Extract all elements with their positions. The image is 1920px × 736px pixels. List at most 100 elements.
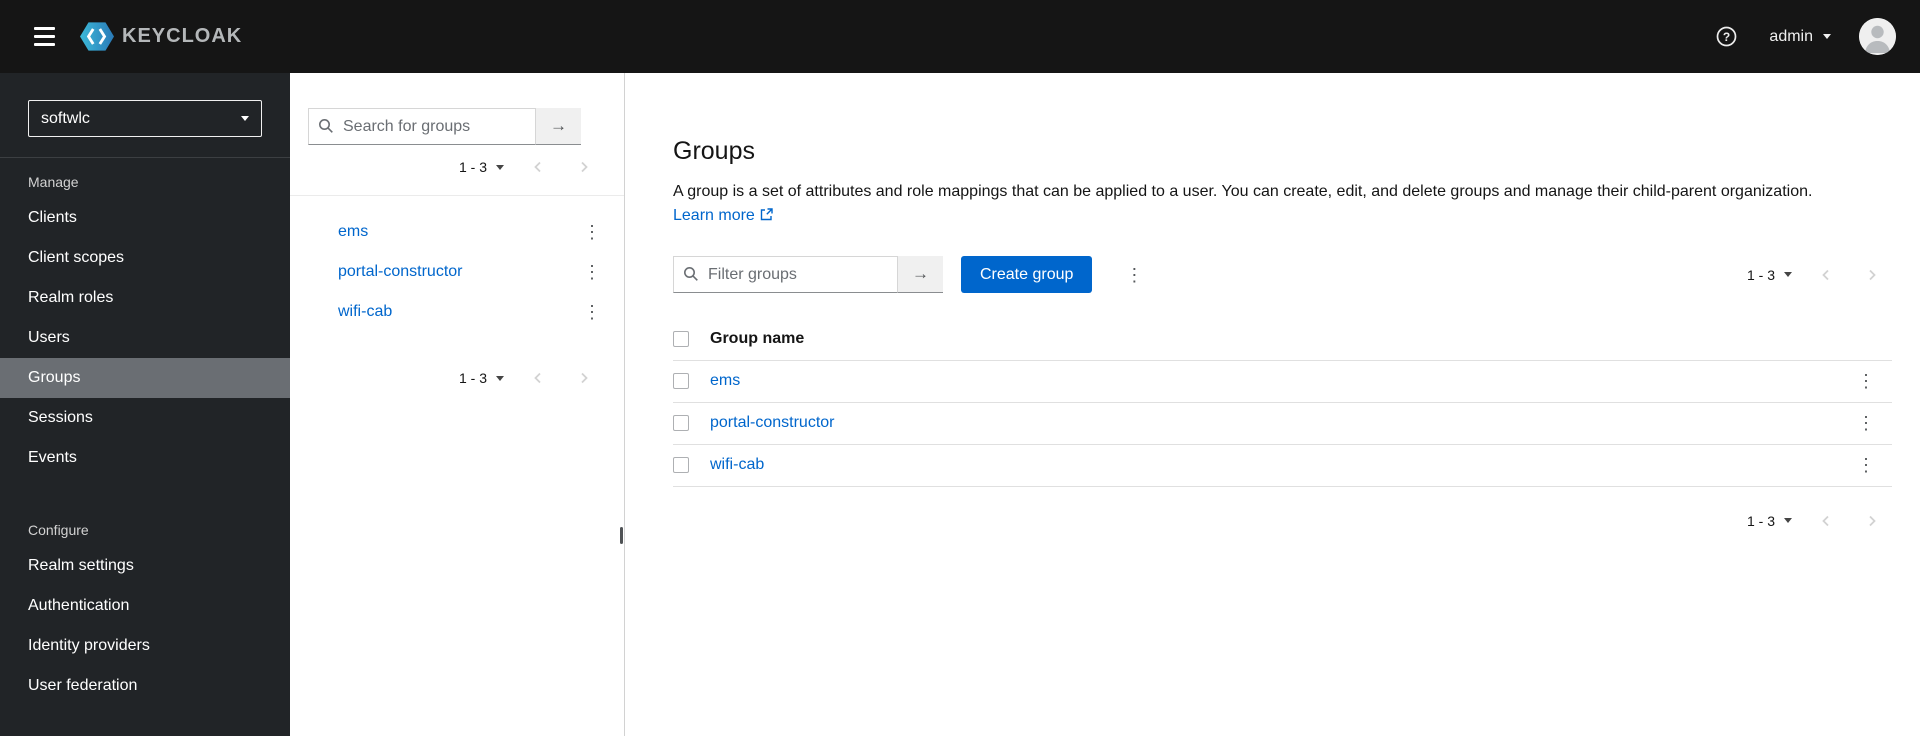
sidebar-item-users[interactable]: Users [0, 318, 290, 358]
filter-groups-input[interactable] [673, 256, 898, 293]
pagination-range-label: 1 - 3 [458, 159, 487, 175]
tree-pagination-bottom: 1 - 3 [290, 360, 624, 396]
sidebar-item-user-federation[interactable]: User federation [0, 666, 290, 706]
pagination-menu-toggle[interactable]: 1 - 3 [1739, 505, 1800, 537]
kebab-icon: ⋮ [583, 302, 601, 322]
kebab-icon: ⋮ [1857, 413, 1875, 433]
sidebar-item-realm-settings[interactable]: Realm settings [0, 546, 290, 586]
keycloak-logo: KEYCLOAK [80, 22, 242, 51]
tree-group-item: portal-constructor ⋮ [290, 252, 624, 292]
pagination-next-button[interactable] [564, 149, 604, 185]
row-checkbox[interactable] [673, 372, 689, 389]
select-all-checkbox[interactable] [673, 330, 689, 347]
search-submit-button[interactable]: → [536, 108, 581, 145]
filter-submit-button[interactable]: → [898, 256, 943, 293]
groups-table: Group name ems ⋮ portal-constructor ⋮ wi… [673, 318, 1892, 487]
tree-group-item: ems ⋮ [290, 212, 624, 252]
pagination-prev-button[interactable] [518, 360, 558, 396]
user-menu-button[interactable]: admin [1769, 28, 1831, 46]
pagination-range-label: 1 - 3 [1746, 266, 1775, 283]
group-kebab-button[interactable]: ⋮ [578, 258, 606, 286]
toolbar-kebab-button[interactable]: ⋮ [1120, 261, 1148, 289]
pagination-menu-toggle[interactable]: 1 - 3 [451, 151, 512, 183]
pagination-prev-button[interactable] [518, 149, 558, 185]
group-kebab-button[interactable]: ⋮ [578, 218, 606, 246]
help-button[interactable]: ? [1716, 26, 1737, 47]
sidebar-item-realm-roles[interactable]: Realm roles [0, 278, 290, 318]
tree-search-group: → [308, 108, 604, 145]
realm-selector[interactable]: softwlc [28, 100, 262, 137]
chevron-down-icon [241, 116, 249, 121]
kebab-icon: ⋮ [583, 222, 601, 242]
table-row: portal-constructor ⋮ [673, 402, 1892, 445]
chevron-right-icon [581, 372, 588, 384]
nav-section-title-configure: Configure [28, 522, 89, 538]
group-link-ems[interactable]: ems [338, 223, 368, 241]
row-kebab-button[interactable]: ⋮ [1852, 409, 1880, 437]
row-checkbox[interactable] [673, 414, 689, 431]
group-link-wifi-cab[interactable]: wifi-cab [338, 303, 392, 321]
sidebar-item-authentication[interactable]: Authentication [0, 586, 290, 626]
user-menu-label: admin [1769, 27, 1813, 45]
pagination-menu-toggle[interactable]: 1 - 3 [1739, 259, 1800, 291]
chevron-down-icon [496, 375, 504, 381]
pagination-prev-button[interactable] [1806, 257, 1846, 293]
pagination-prev-button[interactable] [1806, 503, 1846, 539]
hamburger-icon [33, 27, 55, 46]
sidebar-item-groups[interactable]: Groups [0, 358, 290, 398]
pagination-next-button[interactable] [564, 360, 604, 396]
arrow-right-icon: → [912, 264, 929, 283]
group-link-wifi-cab[interactable]: wifi-cab [710, 456, 764, 473]
group-kebab-button[interactable]: ⋮ [578, 298, 606, 326]
pagination-next-button[interactable] [1852, 503, 1892, 539]
group-link-ems[interactable]: ems [710, 372, 740, 389]
sidebar-item-identity-providers[interactable]: Identity providers [0, 626, 290, 666]
pagination-next-button[interactable] [1852, 257, 1892, 293]
column-header-group-name: Group name [710, 318, 1852, 361]
chevron-down-icon [1784, 272, 1792, 277]
pagination-menu-toggle[interactable]: 1 - 3 [451, 362, 512, 394]
sidebar-item-client-scopes[interactable]: Client scopes [0, 238, 290, 278]
learn-more-link[interactable]: Learn more [673, 207, 773, 224]
avatar[interactable] [1859, 18, 1896, 55]
drawer-resize-handle[interactable] [620, 527, 623, 544]
group-link-portal-constructor[interactable]: portal-constructor [338, 263, 463, 281]
create-group-button[interactable]: Create group [961, 256, 1093, 293]
nav-toggle-button[interactable] [24, 17, 64, 57]
groups-search-input[interactable] [308, 108, 536, 145]
sidebar-nav: softwlc Manage Clients Client scopes Rea… [0, 73, 290, 736]
tree-search-wrap [308, 108, 536, 145]
table-pagination-bottom: 1 - 3 [673, 503, 1892, 539]
page-title: Groups [673, 137, 755, 165]
pagination-range-label: 1 - 3 [1746, 512, 1775, 529]
question-circle-icon: ? [1717, 26, 1737, 47]
sidebar-item-events[interactable]: Events [0, 438, 290, 478]
chevron-left-icon [534, 372, 541, 384]
column-header-actions [1852, 318, 1892, 361]
sidebar-item-sessions[interactable]: Sessions [0, 398, 290, 438]
masthead: KEYCLOAK ? admin [0, 0, 1920, 73]
chevron-down-icon [1823, 34, 1831, 39]
search-icon [319, 119, 333, 133]
nav-section-title-manage: Manage [28, 174, 79, 190]
chevron-left-icon [1822, 269, 1829, 280]
sidebar-item-clients[interactable]: Clients [0, 198, 290, 238]
table-header-row: Group name [673, 318, 1892, 361]
group-link-portal-constructor[interactable]: portal-constructor [710, 414, 835, 431]
groups-tree-list: ems ⋮ portal-constructor ⋮ wifi-cab ⋮ [290, 196, 624, 332]
row-kebab-button[interactable]: ⋮ [1852, 367, 1880, 395]
row-kebab-button[interactable]: ⋮ [1852, 451, 1880, 479]
search-icon [684, 267, 698, 281]
groups-tree-panel: → 1 - 3 [290, 73, 625, 736]
keycloak-logo-text: KEYCLOAK [122, 25, 243, 47]
tree-pagination-top: 1 - 3 [308, 149, 604, 185]
table-row: wifi-cab ⋮ [673, 444, 1892, 487]
table-pagination-top: 1 - 3 [1739, 257, 1892, 293]
keycloak-logo-icon [80, 22, 114, 51]
user-avatar-icon [1859, 18, 1896, 55]
filter-wrap [673, 256, 898, 293]
chevron-right-icon [1869, 515, 1876, 526]
kebab-icon: ⋮ [1857, 455, 1875, 475]
row-checkbox[interactable] [673, 456, 689, 473]
groups-toolbar: → Create group ⋮ 1 - 3 [673, 256, 1892, 293]
